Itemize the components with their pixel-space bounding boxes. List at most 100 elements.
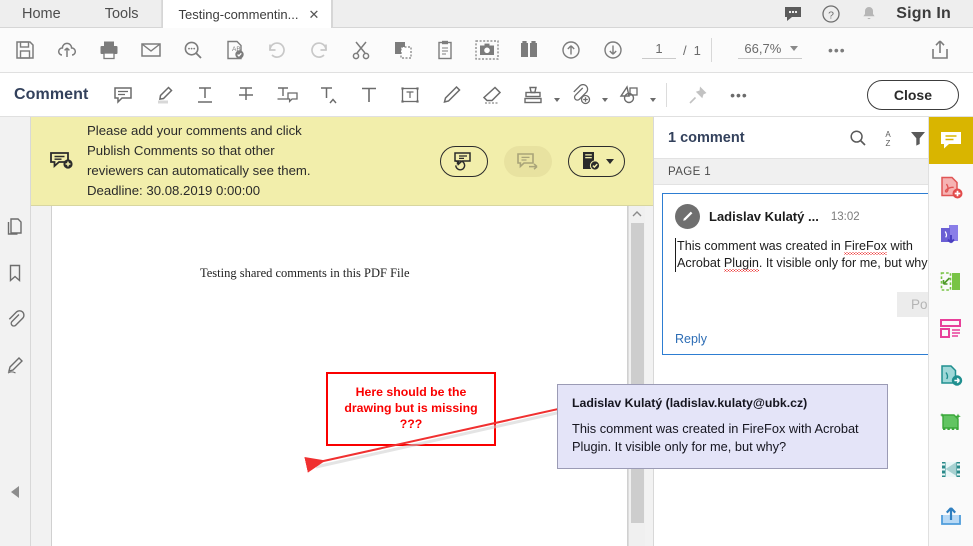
comment-panel: 1 comment AZ ••• PAGE 1 1 bbox=[653, 117, 973, 546]
add-text-icon[interactable] bbox=[348, 75, 389, 115]
edit-pdf-tool[interactable] bbox=[929, 258, 973, 305]
shapes-tool[interactable] bbox=[608, 75, 657, 115]
review-banner-text: Please add your comments and click Publi… bbox=[85, 121, 440, 201]
redo-icon[interactable] bbox=[298, 30, 340, 70]
signature-icon[interactable] bbox=[1, 351, 29, 379]
organize-pages-tool[interactable] bbox=[929, 305, 973, 352]
stamp-icon[interactable] bbox=[512, 75, 553, 115]
draw-free-icon[interactable] bbox=[430, 75, 471, 115]
insert-text-icon[interactable] bbox=[307, 75, 348, 115]
shapes-icon[interactable] bbox=[608, 75, 649, 115]
tab-bar-actions: ? Sign In bbox=[774, 0, 973, 27]
search-icon[interactable] bbox=[172, 30, 214, 70]
review-banner-actions bbox=[440, 145, 643, 177]
close-icon[interactable]: ✕ bbox=[308, 8, 319, 21]
vertical-scrollbar[interactable] bbox=[628, 206, 645, 546]
bell-icon[interactable] bbox=[850, 4, 888, 24]
comment-body-text[interactable]: This comment was created in FireFox with… bbox=[675, 238, 952, 272]
chat-bubble-icon[interactable] bbox=[774, 4, 812, 24]
share-icon[interactable] bbox=[919, 30, 961, 70]
print-icon[interactable] bbox=[88, 30, 130, 70]
snapshot-icon[interactable] bbox=[466, 30, 508, 70]
toolbar-more-button[interactable]: ••• bbox=[816, 30, 858, 70]
pen-avatar-icon bbox=[675, 204, 700, 229]
comment-count-title: 1 comment bbox=[668, 129, 745, 146]
export-pdf-tool[interactable] bbox=[929, 211, 973, 258]
paste-icon[interactable] bbox=[424, 30, 466, 70]
check-for-new-comments-icon[interactable] bbox=[440, 145, 488, 177]
spellcheck-icon[interactable]: AB bbox=[214, 30, 256, 70]
annotation-line-1: Here should be the bbox=[355, 385, 467, 400]
search-icon[interactable] bbox=[843, 123, 873, 153]
attach-file-tool[interactable] bbox=[560, 75, 609, 115]
comment-author: Ladislav Kulatý ... bbox=[709, 209, 819, 224]
reply-link[interactable]: Reply bbox=[675, 332, 707, 346]
scroll-up-arrow[interactable] bbox=[629, 206, 645, 222]
page-thumbnails-icon[interactable] bbox=[1, 213, 29, 241]
send-for-review-tool[interactable] bbox=[929, 352, 973, 399]
chevron-down-icon[interactable] bbox=[606, 158, 614, 164]
scrollbar-thumb[interactable] bbox=[631, 223, 644, 523]
annotation-text-box[interactable]: Here should be the drawing but is missin… bbox=[326, 372, 496, 446]
chevron-down-icon[interactable] bbox=[650, 97, 657, 102]
eraser-icon[interactable] bbox=[471, 75, 512, 115]
tooltip-body: This comment was created in FireFox with… bbox=[572, 421, 859, 454]
help-icon[interactable]: ? bbox=[812, 4, 850, 24]
tab-home[interactable]: Home bbox=[0, 0, 83, 27]
comment-toolbar-more-button[interactable]: ••• bbox=[718, 75, 759, 115]
annotation-line-2: drawing but is missing bbox=[344, 401, 478, 416]
bookmark-icon[interactable] bbox=[1, 259, 29, 287]
tooltip-author: Ladislav Kulatý (ladislav.kulaty@ubk.cz) bbox=[572, 396, 808, 410]
comment-page-group-row[interactable]: PAGE 1 1 bbox=[654, 159, 973, 185]
tab-document-label: Testing-commentin... bbox=[178, 6, 299, 22]
comment-card[interactable]: Ladislav Kulatý ... 13:02 ••• This comme… bbox=[662, 193, 965, 355]
sign-in-button[interactable]: Sign In bbox=[888, 5, 965, 23]
copy-icon[interactable] bbox=[382, 30, 424, 70]
sticky-note-icon[interactable] bbox=[102, 75, 143, 115]
review-banner-line-2: Publish Comments so that other bbox=[87, 142, 275, 158]
pdf-page[interactable]: Testing shared comments in this PDF File… bbox=[51, 206, 628, 546]
chevron-down-icon[interactable] bbox=[789, 46, 798, 51]
save-status-icon[interactable] bbox=[568, 145, 625, 177]
text-box-icon[interactable] bbox=[389, 75, 430, 115]
page-total: 1 bbox=[693, 42, 701, 58]
highlight-icon[interactable] bbox=[143, 75, 184, 115]
close-button[interactable]: Close bbox=[866, 79, 959, 110]
tab-document[interactable]: Testing-commentin... ✕ bbox=[161, 0, 333, 28]
compare-icon[interactable] bbox=[508, 30, 550, 70]
sort-az-icon[interactable]: AZ bbox=[873, 123, 903, 153]
publish-comments-icon[interactable] bbox=[504, 145, 552, 177]
tab-home-label: Home bbox=[22, 5, 61, 22]
zoom-level-value: 66,7% bbox=[744, 41, 782, 56]
previous-page-icon[interactable] bbox=[550, 30, 592, 70]
tab-tools[interactable]: Tools bbox=[82, 0, 162, 27]
underline-icon[interactable] bbox=[184, 75, 225, 115]
share-file-tool[interactable] bbox=[929, 493, 973, 540]
pin-icon[interactable] bbox=[677, 75, 718, 115]
save-icon[interactable] bbox=[4, 30, 46, 70]
enhance-scans-tool[interactable] bbox=[929, 399, 973, 446]
attachments-icon[interactable] bbox=[1, 305, 29, 333]
next-page-icon[interactable] bbox=[592, 30, 634, 70]
page-number-input[interactable] bbox=[642, 41, 676, 59]
toolbar-divider bbox=[710, 38, 712, 62]
comment-panel-header: 1 comment AZ ••• bbox=[654, 117, 973, 159]
email-icon[interactable] bbox=[130, 30, 172, 70]
left-navigation-rail bbox=[0, 117, 31, 546]
strikethrough-icon[interactable] bbox=[225, 75, 266, 115]
cut-icon[interactable] bbox=[340, 30, 382, 70]
comment-toolbar-divider bbox=[666, 82, 668, 107]
attach-file-icon[interactable] bbox=[560, 75, 601, 115]
zoom-control[interactable]: 66,7% bbox=[737, 41, 802, 59]
stamp-tool[interactable] bbox=[512, 75, 561, 115]
tab-tools-label: Tools bbox=[104, 5, 139, 22]
svg-text:Z: Z bbox=[886, 139, 891, 147]
upload-cloud-icon[interactable] bbox=[46, 30, 88, 70]
create-pdf-tool[interactable] bbox=[929, 164, 973, 211]
text-comment-icon[interactable] bbox=[266, 75, 307, 115]
undo-icon[interactable] bbox=[256, 30, 298, 70]
comment-tool[interactable] bbox=[928, 117, 973, 164]
document-heading: Testing shared comments in this PDF File bbox=[200, 266, 410, 280]
rich-media-tool[interactable] bbox=[929, 446, 973, 493]
collapse-panel-arrow[interactable] bbox=[11, 486, 19, 498]
